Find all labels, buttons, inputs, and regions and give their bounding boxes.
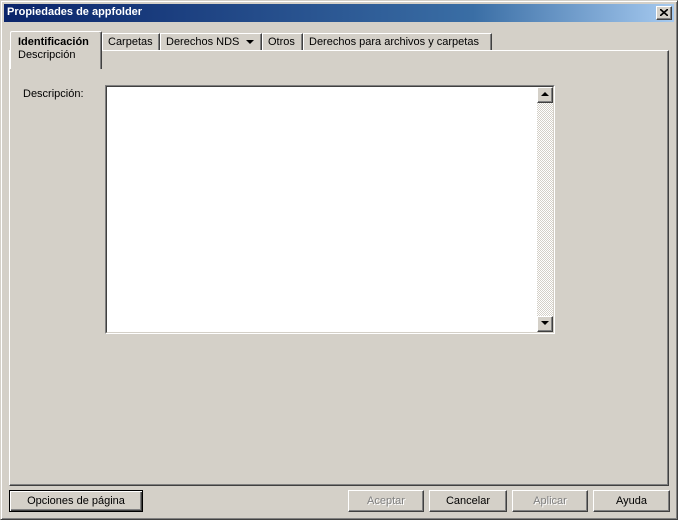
- tab-derechos-nds[interactable]: Derechos NDS: [160, 33, 262, 51]
- accept-button[interactable]: Aceptar: [348, 490, 424, 512]
- tab-descripcion-subtab[interactable]: Descripción: [18, 49, 94, 61]
- arrow-up-icon: [541, 92, 549, 96]
- description-textarea[interactable]: [107, 87, 537, 332]
- close-icon: [660, 9, 668, 16]
- tab-otros[interactable]: Otros: [262, 33, 303, 51]
- help-button[interactable]: Ayuda: [593, 490, 670, 512]
- tab-carpetas-label: Carpetas: [108, 36, 153, 48]
- cancel-button[interactable]: Cancelar: [429, 490, 507, 512]
- tab-otros-label: Otros: [268, 36, 295, 48]
- arrow-down-icon: [541, 321, 549, 325]
- properties-dialog: Propiedades de appfolder Identificación …: [0, 0, 678, 520]
- tab-identificacion[interactable]: Identificación Descripción: [10, 31, 102, 69]
- tab-derechos-archivos[interactable]: Derechos para archivos y carpetas: [303, 33, 492, 51]
- window-title: Propiedades de appfolder: [7, 6, 143, 18]
- description-field-inner: [106, 86, 554, 333]
- description-label: Descripción:: [23, 88, 84, 100]
- tab-derechos-archivos-label: Derechos para archivos y carpetas: [309, 36, 479, 48]
- description-scrollbar[interactable]: [537, 87, 553, 332]
- scroll-down-button[interactable]: [537, 316, 553, 332]
- scroll-up-button[interactable]: [537, 87, 553, 103]
- apply-button[interactable]: Aplicar: [512, 490, 588, 512]
- chevron-down-icon[interactable]: [246, 36, 255, 48]
- page-options-button[interactable]: Opciones de página: [9, 490, 143, 512]
- title-bar[interactable]: Propiedades de appfolder: [4, 4, 674, 22]
- tab-carpetas[interactable]: Carpetas: [102, 33, 160, 51]
- close-button[interactable]: [656, 6, 672, 20]
- tab-derechos-nds-label: Derechos NDS: [166, 36, 240, 48]
- description-field-frame: [105, 85, 555, 334]
- tab-identificacion-label: Identificación: [18, 36, 89, 48]
